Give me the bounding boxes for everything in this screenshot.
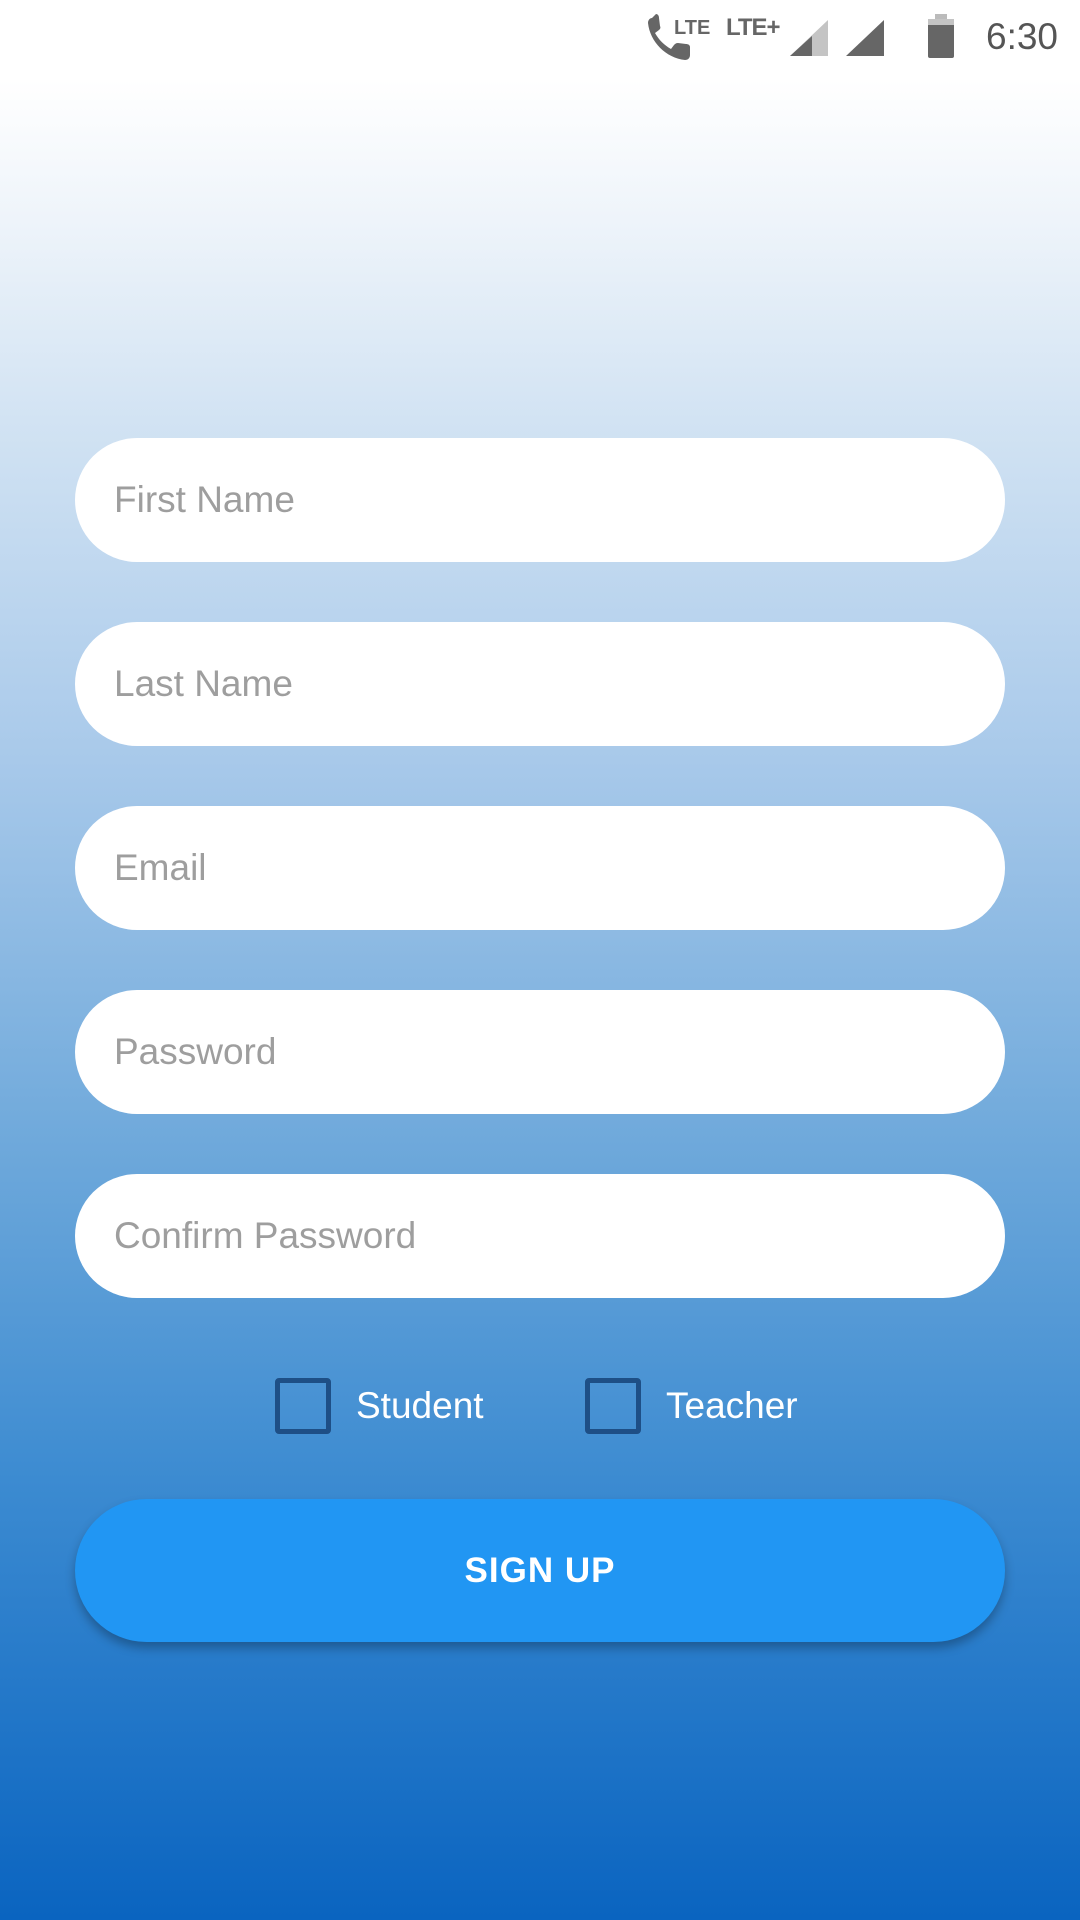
student-option[interactable]: Student [275,1378,484,1434]
teacher-checkbox[interactable] [585,1378,641,1434]
role-selector: Student Teacher [0,1378,1080,1434]
signal-1-icon [790,20,828,56]
status-bar: LTE LTE+ 6:30 [0,0,1080,75]
confirm-password-input[interactable] [112,1214,968,1258]
teacher-label: Teacher [666,1385,798,1426]
battery-icon [928,14,954,58]
last-name-input[interactable] [112,662,968,706]
network-type-label: LTE+ [726,14,781,41]
email-field-container [75,806,1005,930]
confirm-password-field-container [75,1174,1005,1298]
sign-up-button[interactable]: SIGN UP [75,1499,1005,1642]
first-name-field-container [75,438,1005,562]
svg-text:LTE: LTE [674,17,710,39]
password-field-container [75,990,1005,1114]
student-checkbox[interactable] [275,1378,331,1434]
last-name-field-container [75,622,1005,746]
sign-up-label: SIGN UP [464,1550,616,1590]
teacher-option[interactable]: Teacher [585,1378,798,1434]
phone-lte-icon: LTE [648,14,710,60]
first-name-input[interactable] [112,478,968,522]
student-label: Student [356,1385,484,1426]
signal-2-icon [846,20,884,56]
signup-form [75,438,1005,1358]
status-time: 6:30 [986,16,1059,57]
password-input[interactable] [112,1030,968,1074]
email-input[interactable] [112,846,968,890]
